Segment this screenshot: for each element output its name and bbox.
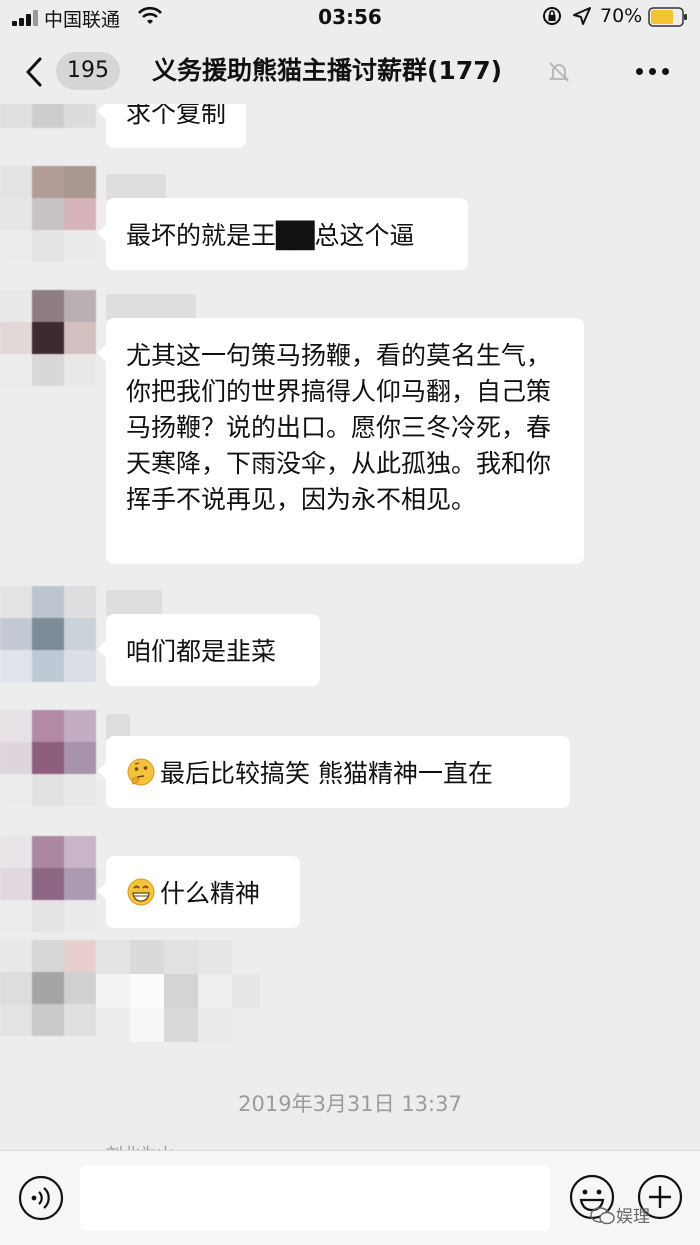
chat-header: 195 义务援助熊猫主播讨薪群(177): [0, 38, 700, 104]
sender-avatar[interactable]: [0, 710, 96, 806]
sender-avatar[interactable]: [0, 290, 96, 386]
grinning-face-icon: [127, 878, 155, 906]
more-options-icon[interactable]: [636, 68, 670, 76]
message-bubble[interactable]: 什么精神: [97, 856, 300, 928]
message-text: 尤其这一句策马扬鞭，看的莫名生气，你把我们的世界搞得人仰马翻，自己策马扬鞭？说的…: [126, 341, 552, 514]
message-input[interactable]: [80, 1165, 550, 1231]
message-bubble[interactable]: 最后比较搞笑 熊猫精神一直在: [97, 736, 570, 808]
message-text: 咱们都是韭菜: [126, 637, 277, 666]
status-bar: 中国联通 03:56 70%: [0, 0, 700, 38]
message-text: 求个复制: [126, 104, 227, 128]
sender-name-blurred: [106, 174, 166, 200]
thinking-face-icon: [127, 758, 155, 786]
location-icon: [573, 7, 591, 25]
sender-avatar[interactable]: [0, 836, 96, 932]
rotation-lock-icon: [543, 7, 561, 25]
message-bubble[interactable]: 求个复制: [96, 104, 247, 148]
sender-avatar[interactable]: [0, 104, 96, 160]
wechat-logo-icon: [590, 1207, 615, 1225]
unread-count-badge[interactable]: 195: [56, 52, 120, 90]
message-bubble[interactable]: 咱们都是韭菜: [97, 614, 320, 686]
sender-name-blurred: [106, 294, 196, 320]
message-text: 最后比较搞笑 熊猫精神一直在: [160, 759, 493, 788]
battery-icon: [648, 7, 687, 27]
message-bubble[interactable]: 尤其这一句策马扬鞭，看的莫名生气，你把我们的世界搞得人仰马翻，自己策马扬鞭？说的…: [97, 318, 584, 564]
sender-name-partial: 刘北为山: [106, 1140, 174, 1150]
message-text: 什么精神: [160, 879, 261, 908]
message-input-bar: [0, 1150, 700, 1245]
back-chevron-icon[interactable]: [22, 56, 46, 88]
sender-name-blurred: [106, 590, 162, 616]
battery-percent: 70%: [600, 5, 643, 27]
sender-avatar[interactable]: [0, 166, 96, 262]
pixelated-image-message[interactable]: [96, 940, 260, 1044]
message-text: 最坏的就是王██总这个逼: [126, 221, 415, 250]
watermark-text: 娱理: [616, 1207, 650, 1227]
clock: 03:56: [318, 5, 382, 29]
group-title: 义务援助熊猫主播讨薪群(177): [152, 56, 503, 85]
message-timestamp: 2019年3月31日 13:37: [238, 1092, 462, 1116]
sender-avatar[interactable]: [0, 940, 96, 1036]
muted-bell-icon: [548, 62, 570, 82]
watermark: 娱理: [590, 1202, 650, 1227]
message-bubble[interactable]: 最坏的就是王██总这个逼: [97, 198, 468, 270]
voice-input-icon[interactable]: [18, 1175, 64, 1221]
message-list[interactable]: 求个复制 最坏的就是王██总这个逼 尤其这一句策马扬鞭，看的莫名生气，你把我们的…: [0, 104, 700, 1150]
sender-avatar[interactable]: [0, 586, 96, 682]
